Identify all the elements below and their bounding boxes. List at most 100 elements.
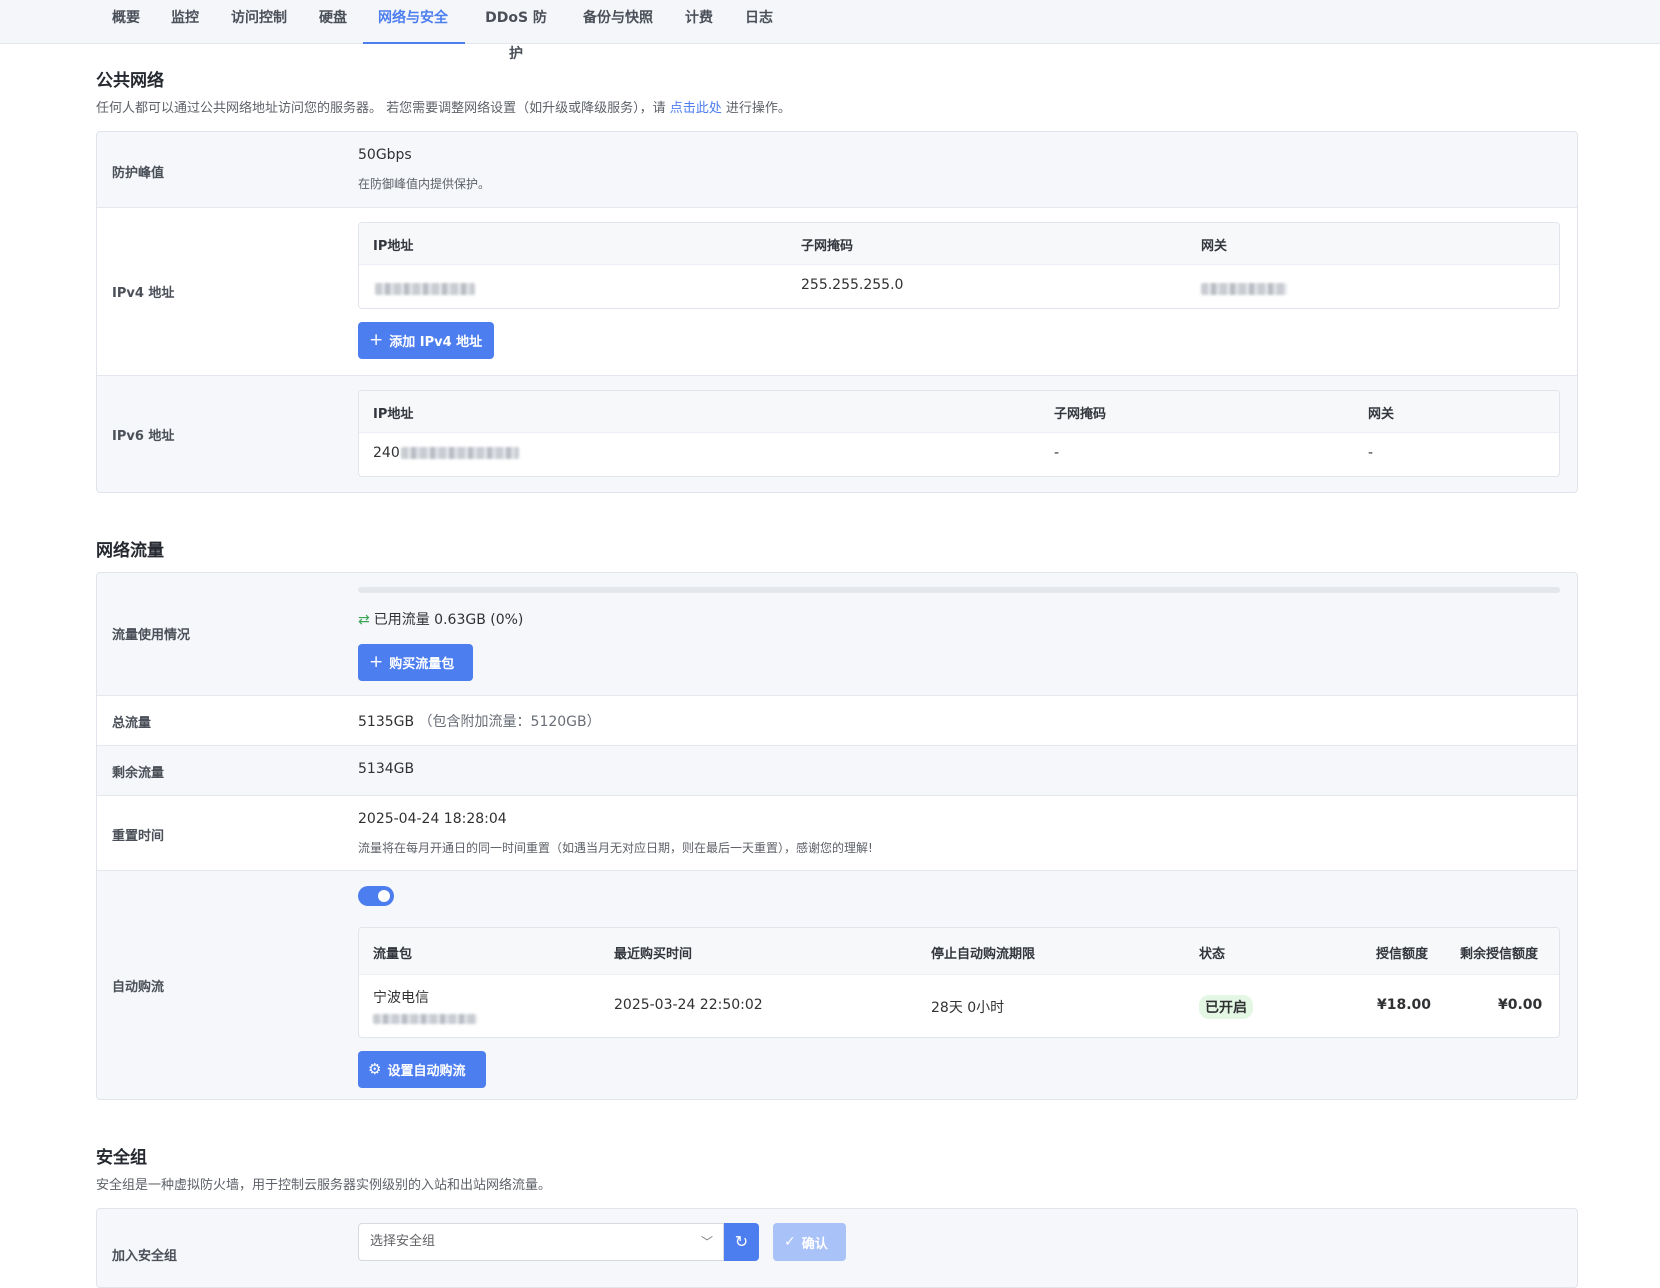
security-group-desc: 安全组是一种虚拟防火墙，用于控制云服务器实例级别的入站和出站网络流量。 <box>96 1178 552 1193</box>
ipv6-label: IPv6 地址 <box>112 429 175 444</box>
col-gateway: 网关 <box>1201 239 1228 254</box>
ipv4-row: IPv4 地址 IP地址 子网掩码 网关 255.255.255.0 + 添加 I… <box>97 207 1577 375</box>
total-amount: 5135GB <box>358 714 415 730</box>
auto-purchase-row: 自动购流 流量包 最近购买时间 停止自动购流期限 状态 授信额度 剩余授信额度 … <box>97 870 1577 1099</box>
status-badge: 已开启 <box>1199 995 1253 1019</box>
select-placeholder: 选择安全组 <box>370 1234 436 1249</box>
plus-icon: + <box>369 652 384 672</box>
gear-icon: ⚙ <box>368 1060 382 1078</box>
col-subnet: 子网掩码 <box>801 239 854 254</box>
status-badge-text: 已开启 <box>1199 995 1253 1019</box>
public-network-desc: 任何人都可以通过公共网络地址访问您的服务器。 若您需要调整网络设置（如升级或降级… <box>96 97 791 116</box>
ipv6-subnet: - <box>1054 445 1060 461</box>
security-group-select[interactable]: 选择安全组 ﹀ <box>358 1223 724 1261</box>
tab-monitor[interactable]: 监控 <box>171 0 199 44</box>
ipv6-ip-prefix: 240 <box>373 445 400 461</box>
col-status: 状态 <box>1199 947 1226 962</box>
col-subnet: 子网掩码 <box>1054 407 1107 422</box>
col-package: 流量包 <box>373 947 413 962</box>
confirm-label: 确认 <box>801 1236 828 1252</box>
protection-value: 50Gbps <box>358 147 412 163</box>
buy-traffic-label: 购买流量包 <box>389 657 455 672</box>
active-tab-indicator <box>363 42 465 44</box>
ipv6-table: IP地址 子网掩码 网关 240 - - <box>358 390 1560 477</box>
protection-row: 防护峰值 50Gbps 在防御峰值内提供保护。 <box>97 132 1577 207</box>
remaining-label: 剩余流量 <box>112 766 165 781</box>
tab-logs[interactable]: 日志 <box>745 0 773 44</box>
traffic-title: 网络流量 <box>96 541 164 561</box>
ipv4-ip-redacted <box>375 281 475 297</box>
remaining-row: 剩余流量 5134GB <box>97 745 1577 795</box>
protection-note: 在防御峰值内提供保护。 <box>358 177 491 191</box>
remaining-value: 5134GB <box>358 761 415 777</box>
security-group-panel: 加入安全组 选择安全组 ﹀ ↻ ✓ 确认 <box>96 1208 1578 1288</box>
auto-purchase-toggle[interactable] <box>358 886 394 906</box>
total-row: 总流量 5135GB （包含附加流量：5120GB） <box>97 695 1577 745</box>
last-purchase-time: 2025-03-24 22:50:02 <box>614 997 763 1013</box>
protection-label: 防护峰值 <box>112 166 165 181</box>
col-credit: 授信额度 <box>1376 947 1429 962</box>
confirm-button[interactable]: ✓ 确认 <box>773 1223 846 1261</box>
usage-text: ⇄ 已用流量 0.63GB (0%) <box>358 609 523 629</box>
tab-disk[interactable]: 硬盘 <box>319 0 347 44</box>
refresh-button[interactable]: ↻ <box>724 1223 759 1261</box>
ipv6-ip: 240 <box>373 445 519 461</box>
table-row: 240 - - <box>359 433 1559 476</box>
toggle-knob <box>378 890 390 902</box>
usage-used-text: 已用流量 0.63GB (0%) <box>373 612 524 628</box>
add-ipv4-label: 添加 IPv4 地址 <box>389 335 483 350</box>
usage-row: 流量使用情况 ⇄ 已用流量 0.63GB (0%) + 购买流量包 <box>97 573 1577 695</box>
ipv4-table-header: IP地址 子网掩码 网关 <box>359 223 1559 265</box>
credit-amount: ¥18.00 <box>1377 997 1432 1013</box>
col-gateway: 网关 <box>1368 407 1395 422</box>
col-last-purchase: 最近购买时间 <box>614 947 693 962</box>
reset-row: 重置时间 2025-04-24 18:28:04 流量将在每月开通日的同一时间重… <box>97 795 1577 870</box>
stop-after: 28天 0小时 <box>931 1000 1005 1016</box>
col-ip: IP地址 <box>373 239 414 254</box>
ipv4-label: IPv4 地址 <box>112 286 175 301</box>
remaining-credit-amount: ¥0.00 <box>1498 997 1543 1013</box>
public-network-title: 公共网络 <box>96 71 164 91</box>
transfer-icon: ⇄ <box>358 612 370 628</box>
reset-note: 流量将在每月开通日的同一时间重置（如遇当月无对应日期，则在最后一天重置），感谢您… <box>358 841 873 855</box>
ipv6-gateway: - <box>1368 445 1374 461</box>
desc-prefix: 任何人都可以通过公共网络地址访问您的服务器。 若您需要调整网络设置（如升级或降级… <box>96 101 670 116</box>
chevron-down-icon: ﹀ <box>700 1235 713 1249</box>
traffic-panel: 流量使用情况 ⇄ 已用流量 0.63GB (0%) + 购买流量包 总流量 5135… <box>96 572 1578 1100</box>
col-ip: IP地址 <box>373 407 414 422</box>
reset-value: 2025-04-24 18:28:04 <box>358 811 507 827</box>
check-icon: ✓ <box>784 1234 796 1250</box>
tab-overview[interactable]: 概要 <box>112 0 140 44</box>
reset-label: 重置时间 <box>112 829 165 844</box>
tab-network-security[interactable]: 网络与安全 <box>378 0 448 44</box>
tab-billing[interactable]: 计费 <box>685 0 713 44</box>
ipv6-table-header: IP地址 子网掩码 网关 <box>359 391 1559 433</box>
refresh-icon: ↻ <box>734 1232 749 1251</box>
total-label: 总流量 <box>112 716 152 731</box>
auto-purchase-settings-label: 设置自动购流 <box>387 1064 466 1079</box>
join-security-group-label: 加入安全组 <box>112 1249 178 1264</box>
auto-purchase-settings-button[interactable]: ⚙ 设置自动购流 <box>358 1051 486 1088</box>
add-ipv4-button[interactable]: + 添加 IPv4 地址 <box>358 322 494 359</box>
col-stop-after: 停止自动购流期限 <box>931 947 1036 962</box>
public-network-panel: 防护峰值 50Gbps 在防御峰值内提供保护。 IPv4 地址 IP地址 子网掩… <box>96 131 1578 493</box>
package-id-redacted <box>373 1011 477 1027</box>
adjust-network-link[interactable]: 点击此处 <box>670 101 722 116</box>
plus-icon: + <box>369 330 384 350</box>
usage-label: 流量使用情况 <box>112 628 191 643</box>
tab-backup[interactable]: 备份与快照 <box>583 0 653 44</box>
auto-table-header: 流量包 最近购买时间 停止自动购流期限 状态 授信额度 剩余授信额度 <box>359 928 1559 975</box>
package-name: 宁波电信 <box>373 990 429 1006</box>
ipv4-gateway-redacted <box>1201 281 1287 297</box>
auto-purchase-table: 流量包 最近购买时间 停止自动购流期限 状态 授信额度 剩余授信额度 宁波电信 … <box>358 927 1560 1038</box>
buy-traffic-button[interactable]: + 购买流量包 <box>358 644 473 681</box>
table-row: 宁波电信 2025-03-24 22:50:02 28天 0小时 已开启 ¥18… <box>359 975 1559 1037</box>
tab-ddos[interactable]: DDoS 防护 <box>480 0 552 62</box>
ipv4-table: IP地址 子网掩码 网关 255.255.255.0 <box>358 222 1560 309</box>
total-value: 5135GB （包含附加流量：5120GB） <box>358 711 601 731</box>
total-extra: （包含附加流量：5120GB） <box>418 714 601 730</box>
detail-tabs: 概要 监控 访问控制 硬盘 网络与安全 DDoS 防护 备份与快照 计费 日志 <box>0 0 1660 62</box>
auto-purchase-label: 自动购流 <box>112 980 165 995</box>
tab-access-control[interactable]: 访问控制 <box>231 0 287 44</box>
usage-progress-bar <box>358 587 1560 593</box>
